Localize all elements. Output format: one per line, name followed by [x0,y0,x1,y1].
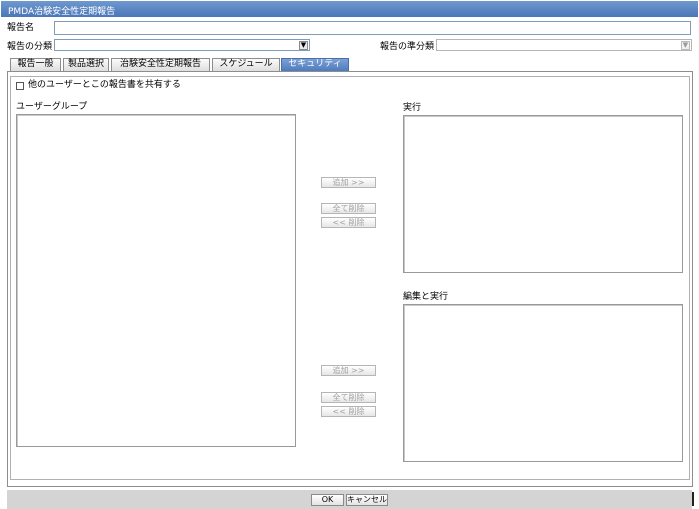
chevron-down-icon[interactable]: ▼ [681,41,690,50]
cancel-button[interactable]: キャンセル [346,494,388,506]
sub-classification-select[interactable]: ▼ [436,39,692,51]
edit-execute-list[interactable] [403,304,683,462]
window-title-bar: PMDA治験安全性定期報告 [1,1,698,17]
tab-product-selection[interactable]: 製品選択 [63,58,109,71]
report-name-label: 報告名 [7,23,35,33]
share-report-checkbox[interactable] [16,82,24,90]
report-name-input[interactable] [54,21,691,35]
share-report-label: 他のユーザーとこの報告書を共有する [28,80,181,90]
classification-label: 報告の分類 [7,42,53,52]
add-execute-button[interactable]: 追加 >> [321,177,376,188]
execute-list[interactable] [403,115,683,273]
remove-all-edit-execute-button[interactable]: 全て削除 [321,392,376,403]
edit-execute-label: 編集と実行 [403,292,449,302]
remove-all-execute-button[interactable]: 全て削除 [321,203,376,214]
resize-marker [692,492,694,506]
remove-edit-execute-button[interactable]: << 削除 [321,406,376,417]
tab-security[interactable]: セキュリティ [281,58,349,71]
classification-select[interactable]: ▼ [54,39,310,51]
sub-classification-label: 報告の準分類 [380,42,435,52]
execute-label: 実行 [403,103,422,113]
ok-button[interactable]: OK [311,494,344,506]
tab-periodic-safety-report[interactable]: 治験安全性定期報告 [111,58,210,71]
tab-schedule[interactable]: スケジュール [212,58,280,71]
remove-execute-button[interactable]: << 削除 [321,217,376,228]
user-group-label: ユーザーグループ [16,102,88,112]
tab-report-general[interactable]: 報告一般 [10,58,61,71]
user-group-list[interactable] [16,114,296,447]
add-edit-execute-button[interactable]: 追加 >> [321,365,376,376]
window-title: PMDA治験安全性定期報告 [8,7,116,17]
chevron-down-icon[interactable]: ▼ [299,41,308,50]
